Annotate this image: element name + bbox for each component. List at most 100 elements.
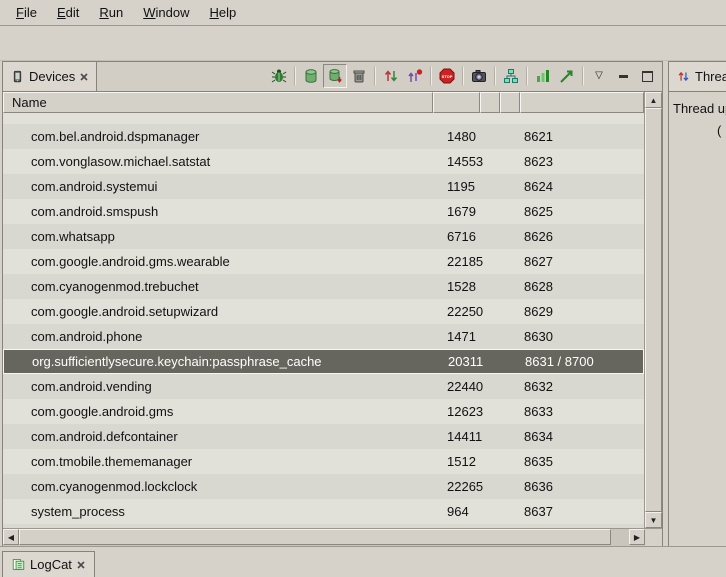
cell-pid: 20311: [434, 354, 521, 369]
cell-port: 8631 / 8700: [521, 354, 643, 369]
column-header-pid[interactable]: [433, 92, 480, 113]
debug-bug-icon: [271, 68, 287, 84]
device-row[interactable]: com.android.vending 22440 8632: [3, 374, 644, 399]
device-row[interactable]: com.cyanogenmod.lockclock 22265 8636: [3, 474, 644, 499]
tab-logcat[interactable]: LogCat: [2, 551, 95, 577]
device-row[interactable]: com.android.defcontainer 14411 8634: [3, 424, 644, 449]
tab-logcat-label: LogCat: [30, 557, 72, 572]
bar-chart-icon: [535, 68, 551, 84]
menu-item-file[interactable]: File: [6, 2, 47, 23]
arrow-down-icon: ▼: [650, 516, 658, 525]
device-row[interactable]: org.sufficientlysecure.keychain:passphra…: [3, 349, 644, 374]
device-row[interactable]: com.vonglasow.michael.satstat 14553 8623: [3, 149, 644, 174]
menu-item-run[interactable]: Run: [89, 2, 133, 23]
close-icon[interactable]: [80, 73, 88, 81]
cell-port: 8629: [520, 304, 644, 319]
device-row[interactable]: system_process 964 8637: [3, 499, 644, 524]
device-row[interactable]: com.cyanogenmod.trebuchet 1528 8628: [3, 274, 644, 299]
device-phone-icon: [11, 70, 24, 83]
device-row[interactable]: com.google.android.gms 12623 8633: [3, 399, 644, 424]
tab-devices-label: Devices: [29, 69, 75, 84]
devices-panel: Devices: [2, 61, 663, 547]
device-row[interactable]: com.tmobile.thememanager 1512 8635: [3, 449, 644, 474]
scroll-right-button[interactable]: ▶: [629, 529, 645, 545]
cell-port: 8633: [520, 404, 644, 419]
vertical-scrollbar[interactable]: ▲ ▼: [644, 92, 662, 528]
cell-name: com.android.defcontainer: [3, 429, 433, 444]
cell-name: com.cyanogenmod.trebuchet: [3, 279, 433, 294]
dump-view-hierarchy-button[interactable]: [499, 64, 523, 88]
threads-panel: Threads Thread up (: [668, 61, 726, 547]
view-menu-button[interactable]: ▽: [587, 64, 611, 88]
cell-name: com.vonglasow.michael.satstat: [3, 154, 433, 169]
device-row[interactable]: com.google.android.gms.wearable 22185 86…: [3, 249, 644, 274]
cell-pid: 1512: [433, 454, 520, 469]
device-row[interactable]: com.android.systemui 1195 8624: [3, 174, 644, 199]
scroll-up-button[interactable]: ▲: [645, 92, 662, 108]
cell-name: org.sufficientlysecure.keychain:passphra…: [4, 354, 434, 369]
cell-pid: 22440: [433, 379, 520, 394]
column-header-port[interactable]: [520, 92, 644, 113]
arrow-up-icon: ▲: [650, 96, 658, 105]
scroll-left-button[interactable]: ◀: [3, 529, 19, 545]
column-header-empty2[interactable]: [500, 92, 520, 113]
view-hierarchy-icon: [503, 68, 519, 84]
menu-item-edit[interactable]: Edit: [47, 2, 89, 23]
scroll-down-button[interactable]: ▼: [645, 512, 662, 528]
cell-port: 8623: [520, 154, 644, 169]
cell-name: com.android.vending: [3, 379, 433, 394]
horizontal-scrollbar-track[interactable]: [19, 529, 629, 546]
bottom-bar: LogCat: [0, 546, 726, 577]
toolbar-separator: [374, 67, 376, 85]
cell-pid: 964: [433, 504, 520, 519]
cell-pid: 12623: [433, 404, 520, 419]
menu-item-help[interactable]: Help: [199, 2, 246, 23]
device-row[interactable]: com.bel.android.dspmanager 1480 8621: [3, 124, 644, 149]
horizontal-scrollbar[interactable]: ◀ ▶: [3, 528, 662, 546]
toolbar-separator: [430, 67, 432, 85]
column-header-empty1[interactable]: [480, 92, 500, 113]
device-row[interactable]: com.android.phone 1471 8630: [3, 324, 644, 349]
column-header-name[interactable]: Name: [3, 92, 433, 113]
tab-threads[interactable]: Threads: [669, 62, 726, 91]
cell-port: 8626: [520, 229, 644, 244]
dump-hprof-button[interactable]: [323, 64, 347, 88]
update-heap-button[interactable]: [299, 64, 323, 88]
cell-port: 8621: [520, 129, 644, 144]
screen-capture-button[interactable]: [467, 64, 491, 88]
view-menu-icon: ▽: [595, 71, 603, 81]
cell-name: com.android.phone: [3, 329, 433, 344]
cell-port: 8637: [520, 504, 644, 519]
horizontal-scrollbar-thumb[interactable]: [19, 529, 611, 545]
sysinfo-button[interactable]: [531, 64, 555, 88]
device-row[interactable]: com.google.android.setupwizard 22250 862…: [3, 299, 644, 324]
trace-button[interactable]: [555, 64, 579, 88]
device-row[interactable]: com.whatsapp 6716 8626: [3, 224, 644, 249]
device-row[interactable]: com.android.smspush 1679 8625: [3, 199, 644, 224]
trash-icon: [351, 68, 367, 84]
device-table-body: com.bel.android.dspmanager 1480 8621 com…: [3, 113, 644, 528]
arrow-left-icon: ◀: [8, 533, 14, 542]
close-icon[interactable]: [77, 561, 85, 569]
maximize-button[interactable]: [635, 64, 659, 88]
stop-process-button[interactable]: STOP: [435, 64, 459, 88]
toolbar-separator: [294, 67, 296, 85]
start-method-profiling-button[interactable]: [403, 64, 427, 88]
menu-item-window[interactable]: Window: [133, 2, 199, 23]
dump-hprof-icon: [327, 68, 343, 84]
logcat-icon: [12, 558, 25, 571]
vertical-scrollbar-thumb[interactable]: [645, 108, 662, 512]
maximize-icon: [642, 71, 653, 82]
update-heap-icon: [303, 68, 319, 84]
tab-devices[interactable]: Devices: [3, 62, 97, 91]
cell-name: com.google.android.gms.wearable: [3, 254, 433, 269]
cell-port: 8627: [520, 254, 644, 269]
tab-threads-label: Threads: [695, 69, 726, 84]
cause-gc-button[interactable]: [347, 64, 371, 88]
toolbar-separator: [494, 67, 496, 85]
minimize-button[interactable]: [611, 64, 635, 88]
method-profiling-icon: [407, 68, 423, 84]
update-threads-button[interactable]: [379, 64, 403, 88]
minimize-icon: [619, 75, 628, 78]
debug-process-button[interactable]: [267, 64, 291, 88]
